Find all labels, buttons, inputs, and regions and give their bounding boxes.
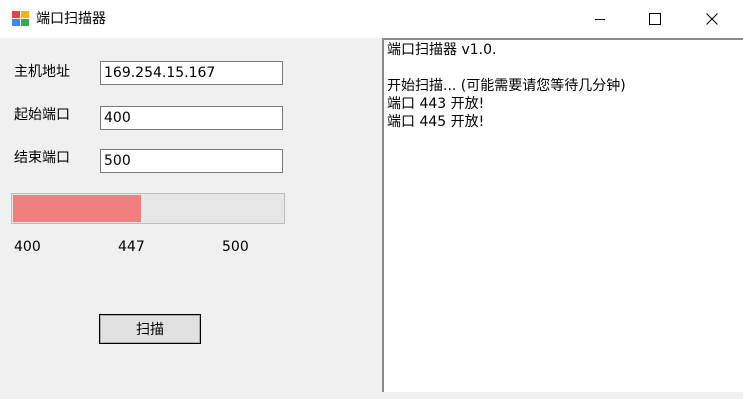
minimize-button[interactable] bbox=[572, 0, 628, 38]
close-icon bbox=[706, 13, 718, 25]
log-line: 端口扫描器 v1.0. bbox=[387, 42, 497, 58]
app-window: 端口扫描器 主机地址 起始端口 结束端口 400 447 500 扫描 端口扫 bbox=[0, 0, 743, 399]
scan-button[interactable]: 扫描 bbox=[99, 314, 201, 344]
progress-fill bbox=[13, 195, 141, 222]
close-button[interactable] bbox=[684, 0, 740, 38]
maximize-button[interactable] bbox=[627, 0, 683, 38]
minimize-icon bbox=[595, 19, 605, 20]
start-port-input[interactable] bbox=[100, 106, 283, 130]
start-port-label: 起始端口 bbox=[14, 107, 70, 123]
progress-max-label: 500 bbox=[222, 239, 249, 255]
log-line: 开始扫描... (可能需要请您等待几分钟) bbox=[387, 78, 626, 94]
progress-min-label: 400 bbox=[14, 239, 41, 255]
host-input[interactable] bbox=[100, 61, 283, 85]
end-port-label: 结束端口 bbox=[14, 150, 70, 166]
app-icon bbox=[12, 11, 30, 27]
log-line: 端口 445 开放! bbox=[387, 114, 485, 130]
end-port-input[interactable] bbox=[100, 149, 283, 173]
log-line: 端口 443 开放! bbox=[387, 96, 485, 112]
window-title: 端口扫描器 bbox=[36, 11, 106, 27]
host-label: 主机地址 bbox=[14, 64, 70, 80]
scan-progress-bar bbox=[11, 193, 285, 224]
progress-current-label: 447 bbox=[118, 239, 145, 255]
title-bar: 端口扫描器 bbox=[0, 0, 743, 38]
maximize-icon bbox=[649, 13, 661, 25]
log-output[interactable]: 端口扫描器 v1.0. 开始扫描... (可能需要请您等待几分钟) 端口 443 开… bbox=[382, 38, 743, 392]
